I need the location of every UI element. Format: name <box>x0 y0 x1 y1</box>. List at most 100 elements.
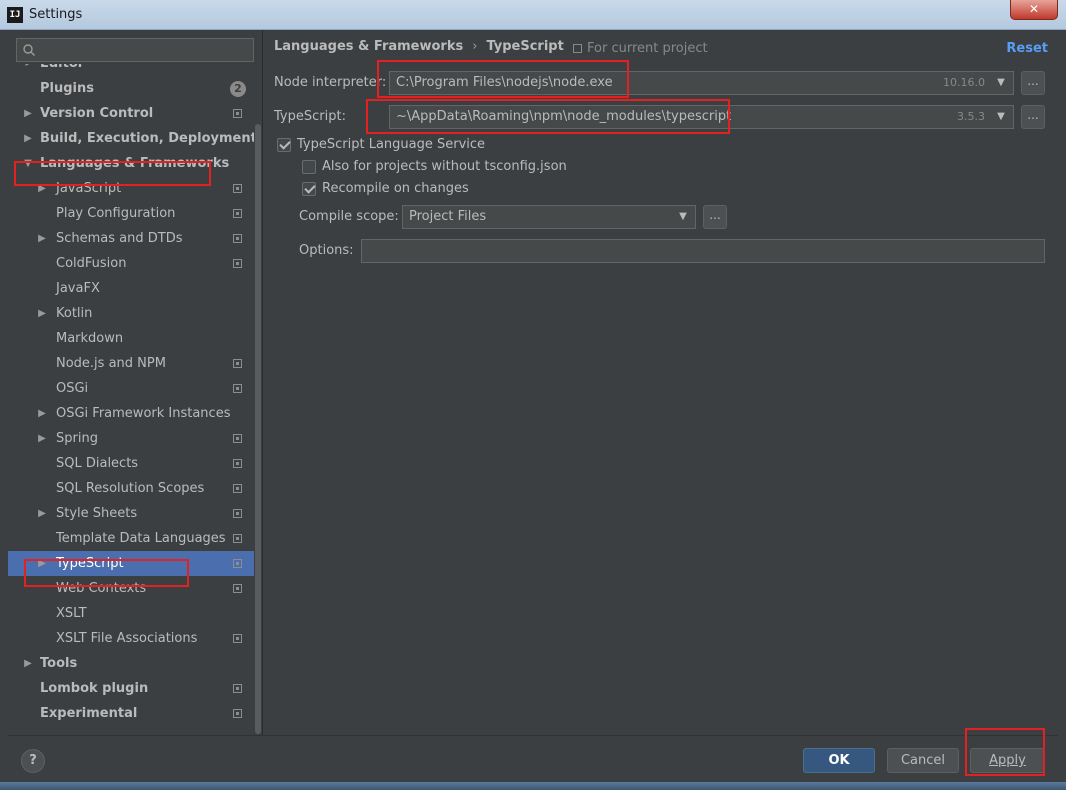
help-button[interactable]: ? <box>21 749 45 773</box>
project-scope-icon <box>233 484 242 493</box>
sidebar-item-template-data-languages[interactable]: Template Data Languages <box>8 526 254 551</box>
sidebar-item-label: JavaScript <box>56 181 122 196</box>
ok-button[interactable]: OK <box>803 748 875 773</box>
chevron-right-icon[interactable]: ▶ <box>36 226 48 251</box>
sidebar-item-label: ColdFusion <box>56 256 127 271</box>
sidebar-item-lombok-plugin[interactable]: Lombok plugin <box>8 676 254 701</box>
sidebar-item-experimental[interactable]: Experimental <box>8 701 254 726</box>
sidebar-item-label: Markdown <box>56 331 124 346</box>
chevron-down-icon[interactable]: ▼ <box>671 206 695 228</box>
project-scope-icon <box>573 44 582 53</box>
chevron-right-icon[interactable]: ▶ <box>36 501 48 526</box>
project-scope-icon <box>233 559 242 568</box>
project-scope-icon <box>233 184 242 193</box>
sidebar-item-label: Spring <box>56 431 98 446</box>
sidebar-item-xslt-file-associations[interactable]: XSLT File Associations <box>8 626 254 651</box>
chevron-right-icon[interactable]: ▶ <box>36 301 48 326</box>
chevron-down-icon[interactable]: ▼ <box>989 106 1013 128</box>
sidebar-item-sql-resolution-scopes[interactable]: SQL Resolution Scopes <box>8 476 254 501</box>
cancel-button[interactable]: Cancel <box>887 748 959 773</box>
compile-scope-combo[interactable]: Project Files ▼ <box>402 205 696 229</box>
sidebar-item-coldfusion[interactable]: ColdFusion <box>8 251 254 276</box>
project-scope-icon <box>233 359 242 368</box>
chevron-right-icon[interactable]: ▶ <box>36 551 48 576</box>
node-interpreter-browse-button[interactable]: ... <box>1021 71 1045 95</box>
sidebar-item-tools[interactable]: ▶ Tools <box>8 651 254 676</box>
sidebar-item-languages-frameworks[interactable]: ▼ Languages & Frameworks <box>8 151 254 176</box>
sidebar-item-osgi-framework-instances[interactable]: ▶ OSGi Framework Instances <box>8 401 254 426</box>
chevron-right-icon[interactable]: ▶ <box>22 101 34 126</box>
sidebar-item-play-configuration[interactable]: Play Configuration <box>8 201 254 226</box>
window-title-bar: IJ Settings ✕ <box>0 0 1066 30</box>
typescript-service-label[interactable]: TypeScript Language Service <box>297 137 485 152</box>
typescript-path-combo[interactable]: ~\AppData\Roaming\npm\node_modules\types… <box>389 105 1014 129</box>
settings-search-input[interactable] <box>16 38 254 62</box>
sidebar-item-label: SQL Resolution Scopes <box>56 481 205 496</box>
also-without-tsconfig-checkbox[interactable] <box>302 160 316 174</box>
sidebar-item-label: Editor <box>40 64 84 76</box>
chevron-right-icon[interactable]: ▶ <box>22 126 34 151</box>
chevron-down-icon[interactable]: ▼ <box>22 151 34 176</box>
sidebar-item-style-sheets[interactable]: ▶ Style Sheets <box>8 501 254 526</box>
typescript-settings-panel: Languages & Frameworks › TypeScript For cu… <box>263 30 1058 735</box>
sidebar-item-typescript[interactable]: ▶ TypeScript <box>8 551 254 576</box>
reset-link[interactable]: Reset <box>1006 41 1048 56</box>
project-scope-icon <box>233 684 242 693</box>
sidebar-item-node-js-and-npm[interactable]: Node.js and NPM <box>8 351 254 376</box>
sidebar-item-markdown[interactable]: Markdown <box>8 326 254 351</box>
sidebar-item-build-execution-deployment[interactable]: ▶ Build, Execution, Deployment <box>8 126 257 151</box>
chevron-right-icon[interactable]: ▶ <box>22 651 34 676</box>
project-scope-icon <box>233 209 242 218</box>
typescript-browse-button[interactable]: ... <box>1021 105 1045 129</box>
options-input[interactable] <box>361 239 1045 263</box>
recompile-on-changes-checkbox[interactable] <box>302 182 316 196</box>
sidebar-item-xslt[interactable]: XSLT <box>8 601 254 626</box>
sidebar-item-sql-dialects[interactable]: SQL Dialects <box>8 451 254 476</box>
chevron-right-icon[interactable]: ▶ <box>36 401 48 426</box>
settings-dialog: ▸ Editor Plugins 2 ▶ Version Control ▶ Build, E… <box>8 30 1058 782</box>
breadcrumb-separator: › <box>472 39 478 54</box>
sidebar-item-label: Style Sheets <box>56 506 138 521</box>
for-current-project-text: For current project <box>587 41 708 56</box>
typescript-service-checkbox[interactable] <box>277 138 291 152</box>
project-scope-icon <box>233 234 242 243</box>
sidebar-item-kotlin[interactable]: ▶ Kotlin <box>8 301 254 326</box>
sidebar-item-label: Schemas and DTDs <box>56 231 183 246</box>
sidebar-item-spring[interactable]: ▶ Spring <box>8 426 254 451</box>
breadcrumb-parent[interactable]: Languages & Frameworks <box>274 39 463 54</box>
sidebar-scroll-thumb[interactable] <box>255 124 261 734</box>
sidebar-item-javascript[interactable]: ▶ JavaScript <box>8 176 254 201</box>
sidebar-item-label: Play Configuration <box>56 206 176 221</box>
sidebar-item-schemas-and-dtds[interactable]: ▶ Schemas and DTDs <box>8 226 254 251</box>
project-scope-icon <box>233 534 242 543</box>
sidebar-item-editor[interactable]: ▸ Editor <box>8 64 254 76</box>
node-interpreter-combo[interactable]: C:\Program Files\nodejs\node.exe 10.16.0… <box>389 71 1014 95</box>
sidebar-item-web-contexts[interactable]: Web Contexts <box>8 576 254 601</box>
settings-tree: ▸ Editor Plugins 2 ▶ Version Control ▶ Build, E… <box>8 64 262 735</box>
sidebar-item-javafx[interactable]: JavaFX <box>8 276 254 301</box>
sidebar-item-osgi[interactable]: OSGi <box>8 376 254 401</box>
breadcrumb: Languages & Frameworks › TypeScript <box>274 39 564 54</box>
typescript-path-value: ~\AppData\Roaming\npm\node_modules\types… <box>396 109 732 124</box>
chevron-right-icon[interactable]: ▸ <box>22 64 34 76</box>
sidebar-item-label: TypeScript <box>56 556 124 571</box>
also-without-tsconfig-label[interactable]: Also for projects without tsconfig.json <box>322 159 567 174</box>
project-scope-icon <box>233 709 242 718</box>
sidebar-item-label: Languages & Frameworks <box>40 156 230 171</box>
sidebar-scrollbar[interactable] <box>254 64 262 735</box>
for-current-project-note: For current project <box>573 41 708 56</box>
recompile-on-changes-label[interactable]: Recompile on changes <box>322 181 469 196</box>
sidebar-item-plugins[interactable]: Plugins 2 <box>8 76 254 101</box>
window-close-button[interactable]: ✕ <box>1010 0 1058 20</box>
sidebar-item-label: Plugins <box>40 81 94 96</box>
node-interpreter-label: Node interpreter: <box>274 75 387 90</box>
sidebar-item-version-control[interactable]: ▶ Version Control <box>8 101 254 126</box>
chevron-right-icon[interactable]: ▶ <box>36 426 48 451</box>
chevron-down-icon[interactable]: ▼ <box>989 72 1013 94</box>
sidebar-item-label: Build, Execution, Deployment <box>40 131 257 146</box>
chevron-right-icon[interactable]: ▶ <box>36 176 48 201</box>
apply-button[interactable]: Apply <box>970 748 1045 773</box>
project-scope-icon <box>233 459 242 468</box>
compile-scope-browse-button[interactable]: ... <box>703 205 727 229</box>
sidebar-item-label: Lombok plugin <box>40 681 149 696</box>
